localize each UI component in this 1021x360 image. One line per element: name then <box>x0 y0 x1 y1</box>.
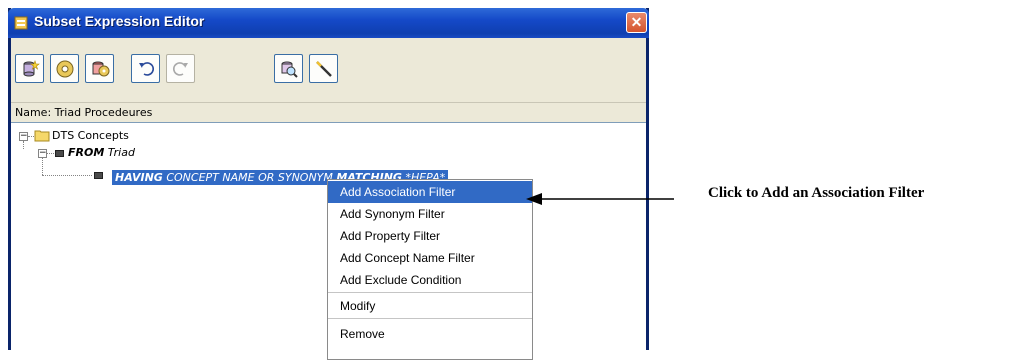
search-button[interactable] <box>274 54 303 83</box>
window-title: Subset Expression Editor <box>34 13 205 29</box>
node-square-icon <box>55 150 64 157</box>
menu-separator <box>328 292 532 293</box>
menu-item-add-synonym-filter[interactable]: Add Synonym Filter <box>328 203 532 225</box>
root-label: DTS Concepts <box>52 129 129 142</box>
menu-separator <box>328 318 532 319</box>
title-bar[interactable]: Subset Expression Editor ✕ <box>8 8 649 38</box>
folder-icon <box>34 130 50 142</box>
wand-icon <box>316 61 332 77</box>
multi-disc-button[interactable] <box>85 54 114 83</box>
subset-expression-editor-window: Subset Expression Editor ✕ Name: Triad P… <box>8 8 649 360</box>
from-keyword: FROM <box>68 146 105 159</box>
close-icon: ✕ <box>630 14 643 30</box>
menu-item-add-concept-name-filter[interactable]: Add Concept Name Filter <box>328 247 532 269</box>
cd-icon <box>56 60 74 78</box>
menu-item-modify[interactable]: Modify <box>328 295 532 317</box>
tree-node-root[interactable]: DTS Concepts <box>52 129 129 143</box>
disc-button[interactable] <box>50 54 79 83</box>
tree-line <box>42 175 92 176</box>
node-square-icon <box>94 172 103 179</box>
tree-line <box>42 158 43 175</box>
name-bar: Name: Triad Procedeures <box>11 102 646 123</box>
having-keyword: HAVING <box>115 171 163 184</box>
menu-item-add-exclude-condition[interactable]: Add Exclude Condition <box>328 269 532 291</box>
annotation-callout: Click to Add an Association Filter <box>708 185 925 201</box>
close-button[interactable]: ✕ <box>626 12 647 33</box>
menu-item-remove[interactable]: Remove <box>328 323 532 345</box>
tree-line <box>47 153 54 154</box>
new-concept-icon <box>23 60 40 77</box>
menu-item-add-association-filter[interactable]: Add Association Filter <box>328 181 532 203</box>
redo-icon <box>172 62 188 76</box>
context-menu: Add Association Filter Add Synonym Filte… <box>327 179 533 360</box>
having-condition: CONCEPT NAME OR SYNONYM <box>166 171 333 184</box>
pointer-arrow <box>526 193 674 205</box>
collapse-from-toggle[interactable]: − <box>38 149 47 158</box>
toolbar <box>11 38 646 102</box>
subset-name-label: Name: Triad Procedeures <box>15 106 153 119</box>
tree-node-from[interactable]: FROM Triad <box>68 146 135 160</box>
new-concept-button[interactable] <box>15 54 44 83</box>
redo-button[interactable] <box>166 54 195 83</box>
search-icon <box>281 61 298 78</box>
from-value: Triad <box>107 146 135 159</box>
undo-button[interactable] <box>131 54 160 83</box>
app-icon <box>14 16 28 30</box>
wand-button[interactable] <box>309 54 338 83</box>
tree-line <box>23 141 24 149</box>
collapse-root-toggle[interactable]: − <box>19 132 28 141</box>
multi-disc-icon <box>92 61 110 77</box>
undo-icon <box>139 62 155 76</box>
menu-item-add-property-filter[interactable]: Add Property Filter <box>328 225 532 247</box>
